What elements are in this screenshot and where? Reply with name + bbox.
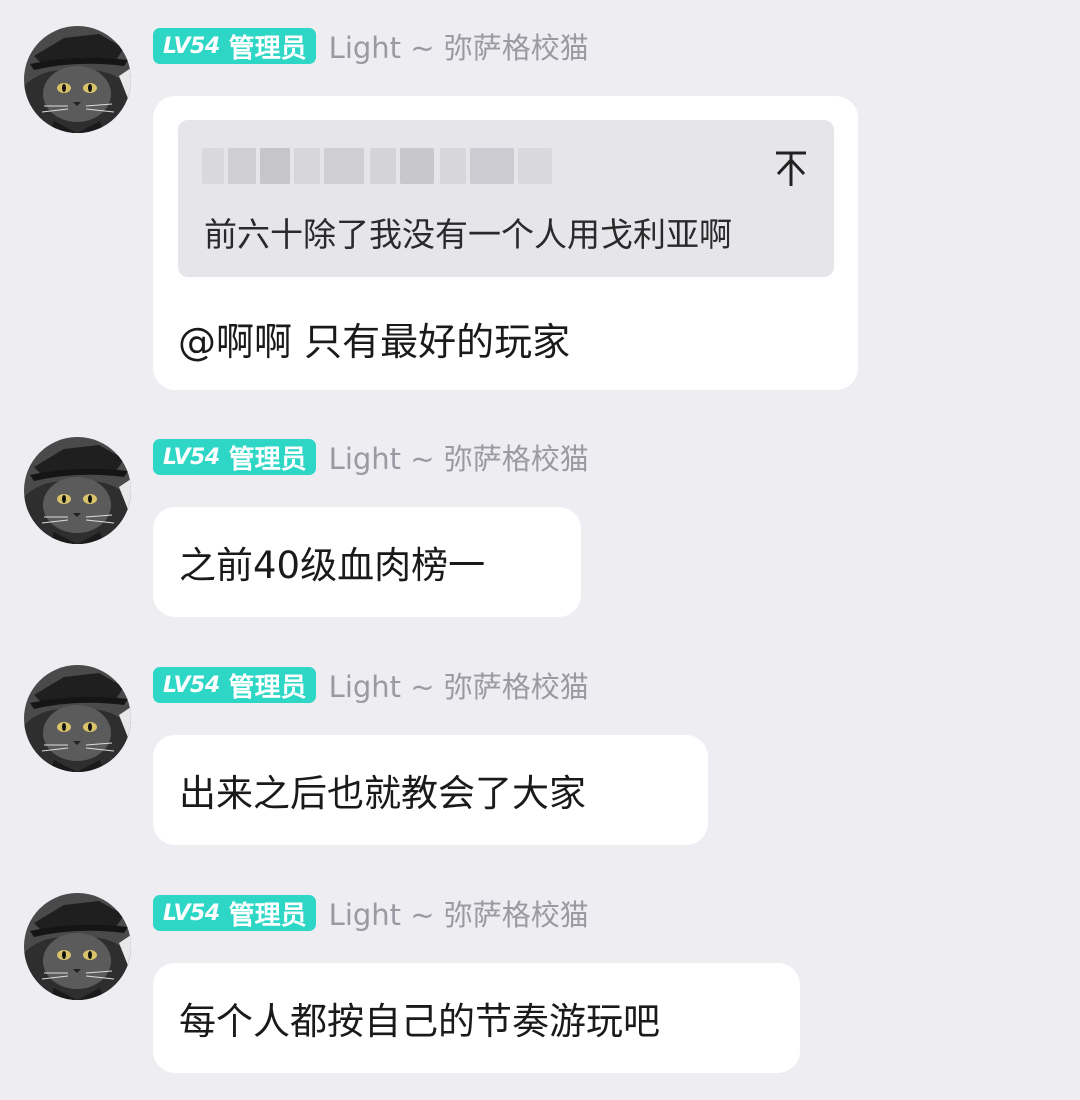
chat-message: LV54 管理员 Light ~ 弥萨格校猫 出来之后也就教会了大家 bbox=[0, 665, 1080, 845]
username[interactable]: Light ~ 弥萨格校猫 bbox=[329, 25, 589, 67]
message-header: LV54 管理员 Light ~ 弥萨格校猫 bbox=[153, 436, 589, 478]
avatar[interactable] bbox=[24, 437, 131, 544]
avatar[interactable] bbox=[24, 893, 131, 1000]
message-header: LV54 管理员 Light ~ 弥萨格校猫 bbox=[153, 25, 589, 67]
cat-avatar-icon bbox=[24, 26, 131, 133]
message-bubble[interactable]: 之前40级血肉榜一 bbox=[153, 507, 581, 617]
avatar[interactable] bbox=[24, 665, 131, 772]
level-badge: LV54 管理员 bbox=[153, 667, 316, 703]
message-text: 出来之后也就教会了大家 bbox=[179, 772, 586, 815]
blurred-quote-author bbox=[202, 148, 552, 186]
chat-message: LV54 管理员 Light ~ 弥萨格校猫 之前40级血肉榜一 bbox=[0, 437, 1080, 617]
message-header: LV54 管理员 Light ~ 弥萨格校猫 bbox=[153, 892, 589, 934]
username[interactable]: Light ~ 弥萨格校猫 bbox=[329, 892, 589, 934]
role-text: 管理员 bbox=[228, 444, 307, 475]
chat-message: LV54 管理员 Light ~ 弥萨格校猫 前六十除了我没有一个人用戈利亚啊 … bbox=[0, 26, 1080, 396]
message-text: 每个人都按自己的节奏游玩吧 bbox=[179, 1000, 660, 1043]
cat-avatar-icon bbox=[24, 437, 131, 544]
message-bubble[interactable]: 前六十除了我没有一个人用戈利亚啊 @啊啊 只有最好的玩家 bbox=[153, 96, 858, 390]
quoted-message[interactable]: 前六十除了我没有一个人用戈利亚啊 bbox=[178, 120, 834, 277]
cat-avatar-icon bbox=[24, 893, 131, 1000]
level-text: LV54 bbox=[163, 900, 220, 926]
role-text: 管理员 bbox=[228, 672, 307, 703]
level-badge: LV54 管理员 bbox=[153, 28, 316, 64]
level-text: LV54 bbox=[163, 672, 220, 698]
message-bubble[interactable]: 每个人都按自己的节奏游玩吧 bbox=[153, 963, 800, 1073]
level-badge: LV54 管理员 bbox=[153, 895, 316, 931]
role-text: 管理员 bbox=[228, 33, 307, 64]
level-text: LV54 bbox=[163, 33, 220, 59]
cat-avatar-icon bbox=[24, 665, 131, 772]
role-text: 管理员 bbox=[228, 900, 307, 931]
quoted-text: 前六十除了我没有一个人用戈利亚啊 bbox=[204, 215, 732, 254]
username[interactable]: Light ~ 弥萨格校猫 bbox=[329, 664, 589, 706]
level-badge: LV54 管理员 bbox=[153, 439, 316, 475]
message-text: 之前40级血肉榜一 bbox=[179, 544, 486, 587]
username[interactable]: Light ~ 弥萨格校猫 bbox=[329, 436, 589, 478]
level-text: LV54 bbox=[163, 444, 220, 470]
message-header: LV54 管理员 Light ~ 弥萨格校猫 bbox=[153, 664, 589, 706]
message-bubble[interactable]: 出来之后也就教会了大家 bbox=[153, 735, 708, 845]
chat-message: LV54 管理员 Light ~ 弥萨格校猫 每个人都按自己的节奏游玩吧 bbox=[0, 893, 1080, 1083]
message-text: @啊啊 只有最好的玩家 bbox=[178, 320, 571, 364]
avatar[interactable] bbox=[24, 26, 131, 133]
jump-to-top-icon[interactable] bbox=[774, 148, 808, 188]
